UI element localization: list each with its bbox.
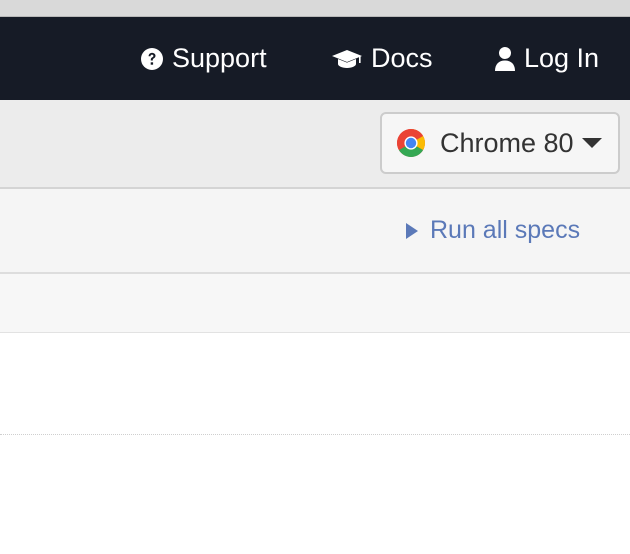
question-circle-icon	[140, 47, 164, 71]
run-all-specs-button[interactable]: Run all specs	[406, 189, 580, 272]
graduation-cap-icon	[331, 47, 363, 71]
login-label: Log In	[524, 43, 600, 73]
chrome-icon	[396, 128, 426, 158]
browser-select-button[interactable]: Chrome 80	[380, 112, 620, 174]
docs-label: Docs	[371, 43, 433, 73]
support-link[interactable]: Support	[140, 17, 267, 100]
window-top-bar	[0, 0, 630, 17]
user-icon	[494, 46, 516, 72]
top-navbar: Support Docs Log In	[0, 17, 630, 100]
specs-header-bar: Run all specs	[0, 189, 630, 274]
specs-list-area	[0, 333, 630, 554]
docs-link[interactable]: Docs	[331, 17, 433, 100]
spec-filter-row	[0, 274, 630, 333]
login-link[interactable]: Log In	[494, 17, 599, 100]
browser-toolbar: Chrome 80	[0, 100, 630, 189]
list-divider	[0, 434, 630, 435]
play-icon	[406, 222, 418, 239]
browser-select-label: Chrome 80	[440, 127, 574, 158]
run-all-specs-label: Run all specs	[430, 216, 581, 244]
support-label: Support	[172, 43, 267, 73]
chevron-down-icon	[581, 138, 602, 148]
